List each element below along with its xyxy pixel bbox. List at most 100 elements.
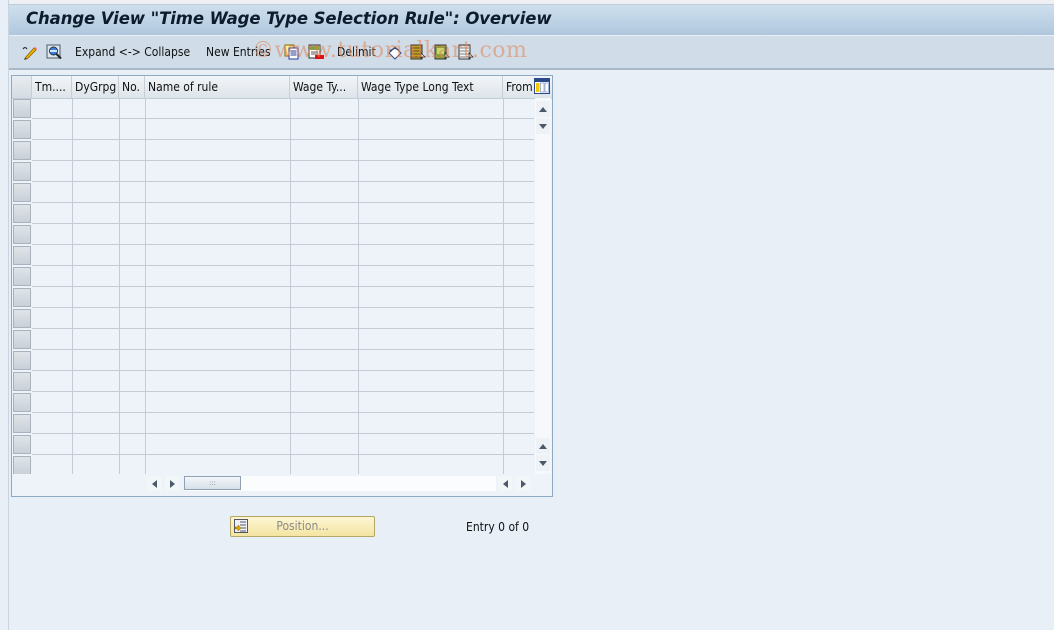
scroll-page-down-button[interactable] <box>536 455 550 471</box>
deselect-all-button[interactable] <box>458 36 474 68</box>
scroll-left-end-button[interactable] <box>498 476 512 491</box>
table-settings-icon <box>534 78 550 94</box>
row-selector[interactable] <box>13 183 31 202</box>
arrow-right-icon <box>520 479 526 488</box>
table-row <box>32 181 534 182</box>
table-row <box>32 307 534 308</box>
scroll-up-button[interactable] <box>536 118 550 134</box>
row-selector[interactable] <box>13 204 31 223</box>
table-row <box>32 412 534 413</box>
column-header-dygrpg[interactable]: DyGrpg <box>72 76 119 98</box>
table-row <box>32 118 534 119</box>
delete-icon <box>308 44 324 60</box>
row-selector[interactable] <box>13 225 31 244</box>
arrow-up-icon <box>539 443 547 449</box>
table-row <box>32 349 534 350</box>
table-settings-button[interactable] <box>534 78 550 97</box>
column-divider <box>145 98 146 474</box>
row-selector[interactable] <box>13 414 31 433</box>
table-row <box>32 244 534 245</box>
details-button[interactable] <box>46 36 62 68</box>
display-change-button[interactable] <box>21 36 37 68</box>
horizontal-scroll-area: ::: <box>12 474 552 494</box>
column-header-from[interactable]: From <box>503 76 535 98</box>
select-all-rows-cell[interactable] <box>12 76 32 98</box>
arrow-up-icon <box>539 106 547 112</box>
scroll-page-up-button[interactable] <box>536 101 550 117</box>
table-row <box>32 391 534 392</box>
entry-count: Entry 0 of 0 <box>466 520 530 534</box>
select-block-icon <box>434 44 450 60</box>
column-divider <box>119 98 120 474</box>
deselect-all-icon <box>458 44 474 60</box>
scroll-down-button[interactable] <box>536 438 550 454</box>
row-selector[interactable] <box>13 267 31 286</box>
title-bar: Change View "Time Wage Type Selection Ru… <box>9 5 1054 36</box>
new-entries-button[interactable]: New Entries <box>206 36 271 68</box>
row-selector[interactable] <box>13 309 31 328</box>
column-header-name-of-rule[interactable]: Name of rule <box>145 76 290 98</box>
column-header-wage-type-long-text[interactable]: Wage Type Long Text <box>358 76 503 98</box>
select-block-button[interactable] <box>434 36 450 68</box>
row-selector[interactable] <box>13 288 31 307</box>
arrow-left-icon <box>151 479 157 488</box>
vertical-scrollbar[interactable] <box>535 98 551 474</box>
position-button-label: Position... <box>276 519 329 533</box>
horizontal-scrollbar-thumb[interactable]: ::: <box>184 476 241 490</box>
table-control: Tm.... DyGrpg No. Name of rule Wage Ty..… <box>11 75 553 497</box>
copy-as-button[interactable] <box>284 36 300 68</box>
row-selector[interactable] <box>13 162 31 181</box>
select-all-icon <box>410 44 426 60</box>
new-entries-label: New Entries <box>206 45 271 59</box>
row-selector[interactable] <box>13 351 31 370</box>
table-row <box>32 202 534 203</box>
table-row <box>32 265 534 266</box>
page-title: Change View "Time Wage Type Selection Ru… <box>26 9 552 28</box>
row-selector[interactable] <box>13 435 31 454</box>
delete-button[interactable] <box>308 36 324 68</box>
column-header-wage-type[interactable]: Wage Ty... <box>290 76 358 98</box>
row-selector[interactable] <box>13 120 31 139</box>
delimit-button[interactable]: Delimit <box>337 36 376 68</box>
row-selector[interactable] <box>13 330 31 349</box>
table-row <box>32 370 534 371</box>
column-divider <box>358 98 359 474</box>
column-divider <box>290 98 291 474</box>
application-toolbar: Expand <-> Collapse New Entries Delimit <box>9 36 1054 70</box>
display-change-icon <box>21 44 37 60</box>
row-selector[interactable] <box>13 99 31 118</box>
undo-change-button[interactable] <box>387 36 403 68</box>
table-row <box>32 160 534 161</box>
scroll-left-button[interactable] <box>147 476 161 491</box>
scroll-right-button[interactable] <box>165 476 179 491</box>
undo-change-icon <box>387 44 403 60</box>
position-button[interactable]: Position... <box>230 516 375 537</box>
select-all-button[interactable] <box>410 36 426 68</box>
arrow-down-icon <box>539 123 547 129</box>
copy-as-icon <box>284 44 300 60</box>
table-row <box>32 286 534 287</box>
delimit-label: Delimit <box>337 45 376 59</box>
table-row <box>32 454 534 455</box>
window-frame <box>8 0 9 630</box>
expand-collapse-button[interactable]: Expand <-> Collapse <box>75 36 190 68</box>
column-divider <box>72 98 73 474</box>
table-row <box>32 433 534 434</box>
row-selector[interactable] <box>13 141 31 160</box>
table-row <box>32 139 534 140</box>
column-header-tm[interactable]: Tm.... <box>32 76 72 98</box>
arrow-down-icon <box>539 460 547 466</box>
expand-collapse-label: Expand <-> Collapse <box>75 45 191 59</box>
scroll-right-end-button[interactable] <box>516 476 530 491</box>
column-header-no[interactable]: No. <box>119 76 145 98</box>
details-icon <box>46 44 62 60</box>
column-divider <box>503 98 504 474</box>
table-header: Tm.... DyGrpg No. Name of rule Wage Ty..… <box>12 76 552 99</box>
arrow-right-icon <box>169 479 175 488</box>
row-selector[interactable] <box>13 393 31 412</box>
arrow-left-icon <box>502 479 508 488</box>
row-selector[interactable] <box>13 246 31 265</box>
table-row <box>32 223 534 224</box>
row-selector[interactable] <box>13 456 31 475</box>
row-selector[interactable] <box>13 372 31 391</box>
